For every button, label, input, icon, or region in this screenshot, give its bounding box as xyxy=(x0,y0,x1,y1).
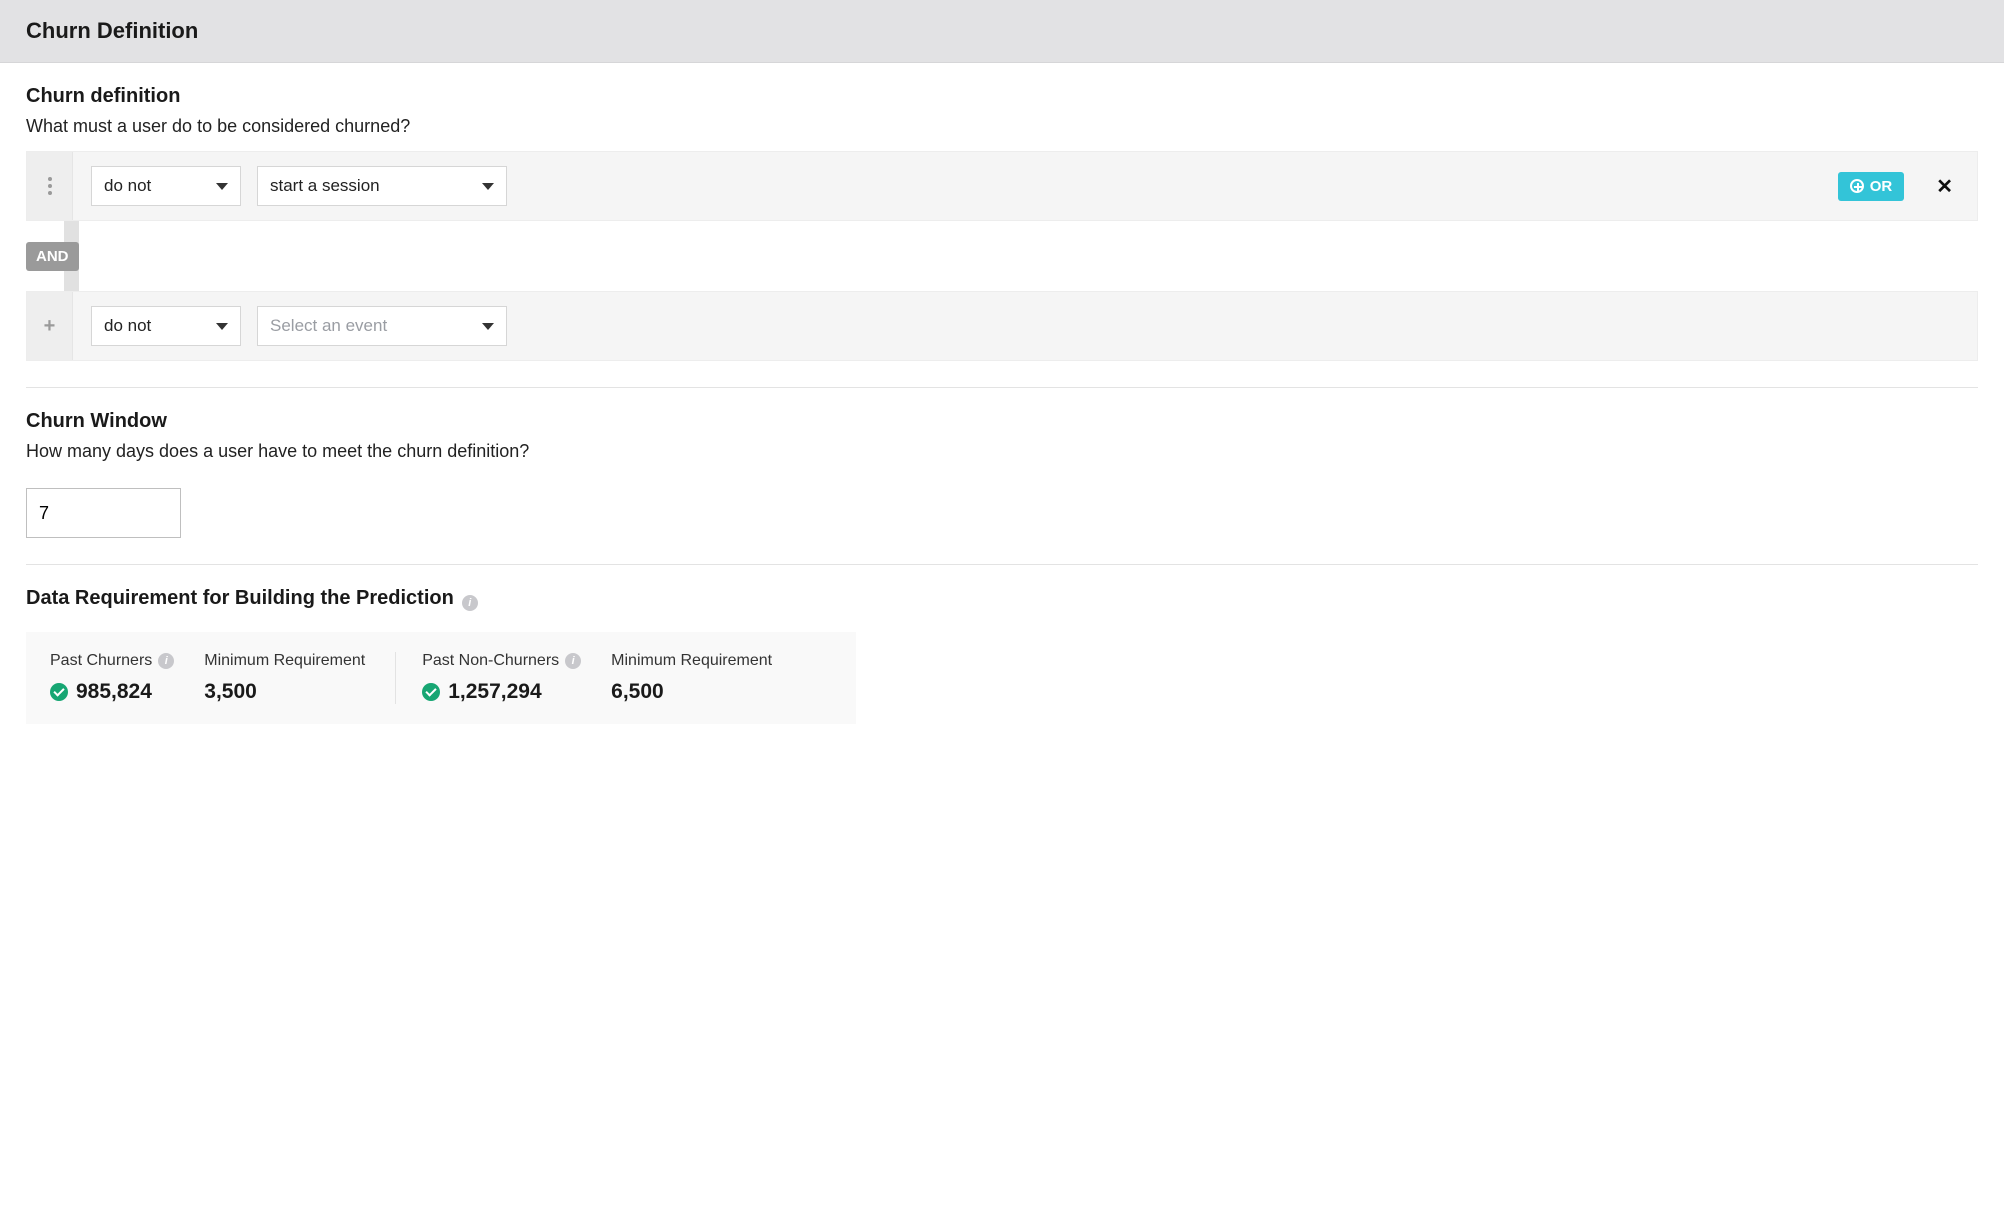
chevron-down-icon xyxy=(216,323,228,330)
churn-window-input[interactable] xyxy=(26,488,181,538)
divider xyxy=(26,387,1978,388)
dots-vertical-icon xyxy=(48,177,52,195)
info-icon[interactable]: i xyxy=(565,653,581,669)
event-select-placeholder: Select an event xyxy=(270,316,387,336)
remove-rule-button[interactable]: ✕ xyxy=(1936,174,1953,199)
min-req-churners-value: 3,500 xyxy=(204,680,257,704)
churn-definition-section: Churn definition What must a user do to … xyxy=(26,85,1978,361)
stats-panel: Past Churners i 985,824 Minimum Requirem… xyxy=(26,632,856,724)
rule-row-body: do not start a session OR ✕ xyxy=(73,152,1977,220)
page-title: Churn Definition xyxy=(26,18,1978,44)
or-button-label: OR xyxy=(1870,178,1893,195)
rule-connector: AND xyxy=(26,221,1978,291)
min-req-non-churners-value: 6,500 xyxy=(611,680,664,704)
info-icon[interactable]: i xyxy=(462,595,478,611)
min-req-churners-col: Minimum Requirement 3,500 xyxy=(204,652,395,704)
churn-definition-subtitle: What must a user do to be considered chu… xyxy=(26,116,1978,137)
past-non-churners-label: Past Non-Churners xyxy=(422,652,559,670)
past-non-churners-value: 1,257,294 xyxy=(448,680,541,704)
churn-window-title: Churn Window xyxy=(26,410,1978,433)
rule-row: do not start a session OR ✕ xyxy=(26,151,1978,221)
info-icon[interactable]: i xyxy=(158,653,174,669)
rule-row-body: do not Select an event xyxy=(73,292,1977,360)
rule-row: + do not Select an event xyxy=(26,291,1978,361)
add-rule-handle[interactable]: + xyxy=(27,292,73,360)
condition-select-value: do not xyxy=(104,316,151,336)
chevron-down-icon xyxy=(216,183,228,190)
churn-window-subtitle: How many days does a user have to meet t… xyxy=(26,441,1978,462)
plus-icon: + xyxy=(44,315,56,338)
check-circle-icon xyxy=(422,683,440,701)
rule-builder: do not start a session OR ✕ xyxy=(26,151,1978,361)
data-requirement-section: Data Requirement for Building the Predic… xyxy=(26,587,1978,724)
churn-definition-title: Churn definition xyxy=(26,85,1978,108)
and-badge: AND xyxy=(26,242,79,271)
plus-circle-icon xyxy=(1850,179,1864,193)
past-churners-value: 985,824 xyxy=(76,680,152,704)
event-select-value: start a session xyxy=(270,176,380,196)
chevron-down-icon xyxy=(482,183,494,190)
event-select[interactable]: Select an event xyxy=(257,306,507,346)
min-req-churners-label: Minimum Requirement xyxy=(204,652,365,670)
event-select[interactable]: start a session xyxy=(257,166,507,206)
drag-handle[interactable] xyxy=(27,152,73,220)
past-non-churners-col: Past Non-Churners i 1,257,294 xyxy=(395,652,611,704)
data-requirement-title: Data Requirement for Building the Predic… xyxy=(26,587,454,610)
past-churners-col: Past Churners i 985,824 xyxy=(50,652,204,704)
condition-select[interactable]: do not xyxy=(91,166,241,206)
past-churners-label: Past Churners xyxy=(50,652,152,670)
condition-select[interactable]: do not xyxy=(91,306,241,346)
condition-select-value: do not xyxy=(104,176,151,196)
content-area: Churn definition What must a user do to … xyxy=(0,63,2004,764)
min-req-non-churners-label: Minimum Requirement xyxy=(611,652,772,670)
close-icon: ✕ xyxy=(1936,176,1953,198)
check-circle-icon xyxy=(50,683,68,701)
divider xyxy=(26,564,1978,565)
min-req-non-churners-col: Minimum Requirement 6,500 xyxy=(611,652,802,704)
chevron-down-icon xyxy=(482,323,494,330)
add-or-button[interactable]: OR xyxy=(1838,172,1905,201)
churn-window-section: Churn Window How many days does a user h… xyxy=(26,410,1978,538)
page-header: Churn Definition xyxy=(0,0,2004,63)
